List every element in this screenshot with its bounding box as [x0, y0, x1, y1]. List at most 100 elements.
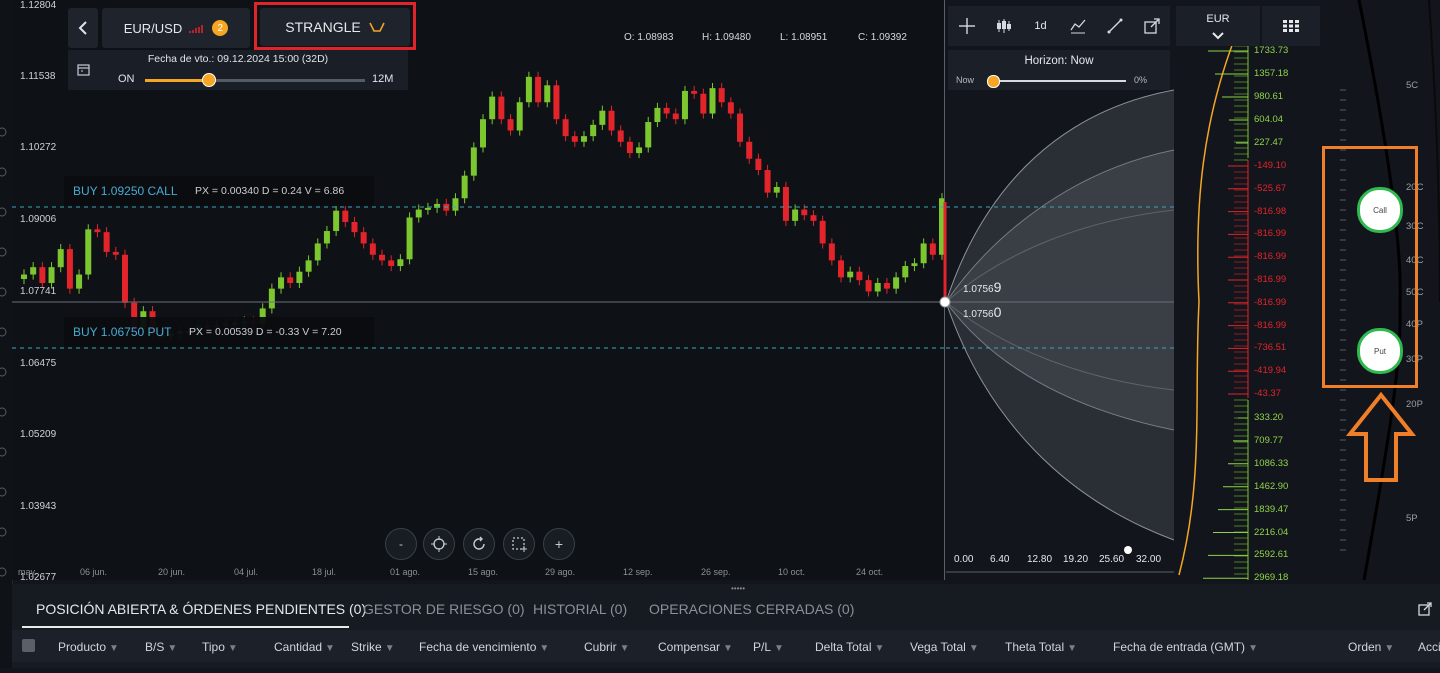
candle-body	[415, 209, 422, 218]
slider-right-label: 12M	[372, 73, 394, 85]
filter-icon[interactable]: ▼	[385, 643, 395, 654]
horizon-slider-track[interactable]	[992, 80, 1126, 82]
column-header[interactable]: Acci	[1418, 640, 1440, 654]
horizon-right-label: 0%	[1134, 75, 1148, 85]
time-tick-label: 04 jul.	[234, 567, 259, 577]
filter-icon[interactable]: ▼	[774, 643, 784, 654]
filter-icon[interactable]: ▼	[1067, 643, 1077, 654]
expiry-slider-handle[interactable]	[202, 73, 216, 87]
reset-button[interactable]	[463, 528, 495, 560]
candle-body	[782, 186, 789, 221]
expiry-slider-track[interactable]	[145, 79, 365, 82]
column-header[interactable]: P/L ▼	[753, 640, 784, 654]
tab-history[interactable]: HISTORIAL (0)	[533, 601, 627, 617]
candle-body	[498, 96, 505, 120]
payoff-value: -736.51	[1254, 342, 1287, 354]
time-axis: may. 06 jun. 20 jun. 04 jul. 18 jul. 01 ago. 1…	[12, 566, 944, 580]
filter-icon[interactable]: ▼	[1248, 643, 1258, 654]
zoom-out-button[interactable]: -	[385, 528, 417, 560]
pair-selector[interactable]: EUR/USD 2	[102, 8, 250, 48]
candle-body	[489, 96, 496, 120]
filter-icon[interactable]: ▼	[874, 643, 884, 654]
expand-panel-icon[interactable]	[1418, 602, 1432, 616]
pair-label: EUR/USD	[123, 20, 183, 36]
column-header[interactable]: Tipo ▼	[202, 640, 238, 654]
calendar-icon[interactable]	[77, 63, 91, 77]
filter-icon[interactable]: ▼	[167, 643, 177, 654]
horizon-slider-handle[interactable]	[987, 75, 1000, 88]
payoff-value: -816.99	[1254, 319, 1287, 331]
candle-body	[645, 122, 652, 148]
payoff-value: 980.61	[1254, 91, 1284, 102]
column-header-label: P/L	[753, 640, 772, 654]
resize-handle[interactable]: •••••	[731, 584, 747, 593]
filter-icon[interactable]: ▼	[539, 643, 549, 654]
strategy-selector[interactable]: STRANGLE	[260, 8, 410, 46]
crosshair-button[interactable]	[948, 6, 985, 46]
select-area-button[interactable]	[503, 528, 535, 560]
filter-icon[interactable]: ▼	[109, 643, 119, 654]
column-header[interactable]: Vega Total ▼	[910, 640, 979, 654]
candle-body	[828, 243, 835, 261]
column-header[interactable]: Cubrir ▼	[584, 640, 630, 654]
payoff-value: -525.67	[1254, 182, 1287, 194]
price-tick-label: 1.11538	[20, 71, 56, 82]
time-tick-label: may.	[18, 567, 37, 577]
filter-icon[interactable]: ▼	[1384, 643, 1394, 654]
filter-icon[interactable]: ▼	[620, 643, 630, 654]
candle-body	[379, 254, 386, 261]
timeframe-button[interactable]: 1d	[1022, 6, 1059, 46]
column-header[interactable]: Orden ▼	[1348, 640, 1394, 654]
column-header[interactable]: B/S ▼	[145, 640, 177, 654]
candle-body	[103, 232, 110, 252]
crosshair-icon	[958, 18, 975, 34]
left-strip-markers	[0, 127, 7, 577]
trendline-icon	[1107, 18, 1122, 34]
call-order-bar[interactable]: BUY 1.09250 CALL PX = 0.00340 D = 0.24 V…	[64, 176, 374, 206]
candle-body	[85, 229, 92, 275]
positions-panel: ••••• POSICIÓN ABIERTA & ÓRDENES PENDIEN…	[12, 584, 1440, 668]
projection-price-low: 1.07560	[963, 304, 1002, 320]
filter-icon[interactable]: ▼	[723, 643, 733, 654]
current-candle-marker	[939, 202, 951, 308]
time-tick-label: 18 jul.	[312, 567, 337, 577]
column-header[interactable]: Compensar ▼	[658, 640, 733, 654]
candle-body	[911, 263, 918, 267]
chart-zoom-controls: - +	[385, 528, 575, 562]
horizon-title: Horizon: Now	[1024, 55, 1094, 67]
filter-icon[interactable]: ▼	[228, 643, 238, 654]
popout-button[interactable]	[1133, 6, 1170, 46]
select-all-checkbox[interactable]	[22, 639, 35, 652]
tab-closed-trades[interactable]: OPERACIONES CERRADAS (0)	[649, 601, 854, 617]
candle-body	[746, 141, 753, 159]
put-strike-handle[interactable]: Put	[1357, 328, 1403, 374]
filter-icon[interactable]: ▼	[969, 643, 979, 654]
draw-line-button[interactable]	[1096, 6, 1133, 46]
column-header[interactable]: Theta Total ▼	[1005, 640, 1077, 654]
column-header[interactable]: Strike ▼	[351, 640, 395, 654]
column-header[interactable]: Cantidad ▼	[274, 640, 335, 654]
payoff-value: -43.37	[1254, 388, 1281, 399]
column-header[interactable]: Delta Total ▼	[815, 640, 884, 654]
center-button[interactable]	[423, 528, 455, 560]
distance-tick-label: 25.60	[1099, 554, 1125, 565]
put-order-bar[interactable]: BUY 1.06750 PUT PX = 0.00539 D = -0.33 V…	[64, 317, 374, 347]
candle-body	[544, 85, 551, 103]
zoom-in-button[interactable]: +	[543, 528, 575, 560]
back-button[interactable]	[68, 8, 98, 48]
tab-risk-manager[interactable]: GESTOR DE RIESGO (0)	[363, 601, 525, 617]
column-header[interactable]: Producto ▼	[58, 640, 119, 654]
candle-body	[792, 209, 799, 221]
call-strike-handle[interactable]: Call	[1357, 187, 1403, 233]
price-tick-label: 1.03943	[20, 501, 57, 512]
tab-open-positions[interactable]: POSICIÓN ABIERTA & ÓRDENES PENDIENTES (0…	[36, 601, 366, 617]
payoff-value: 604.04	[1254, 114, 1284, 125]
time-tick-label: 10 oct.	[778, 567, 806, 577]
candle-type-button[interactable]	[985, 6, 1022, 46]
column-header[interactable]: Fecha de entrada (GMT) ▼	[1113, 640, 1258, 654]
column-header[interactable]: Fecha de vencimiento ▼	[419, 640, 549, 654]
candle-body	[323, 231, 330, 244]
indicators-button[interactable]	[1059, 6, 1096, 46]
filter-icon[interactable]: ▼	[325, 643, 335, 654]
trend-spark-icon	[189, 25, 203, 33]
